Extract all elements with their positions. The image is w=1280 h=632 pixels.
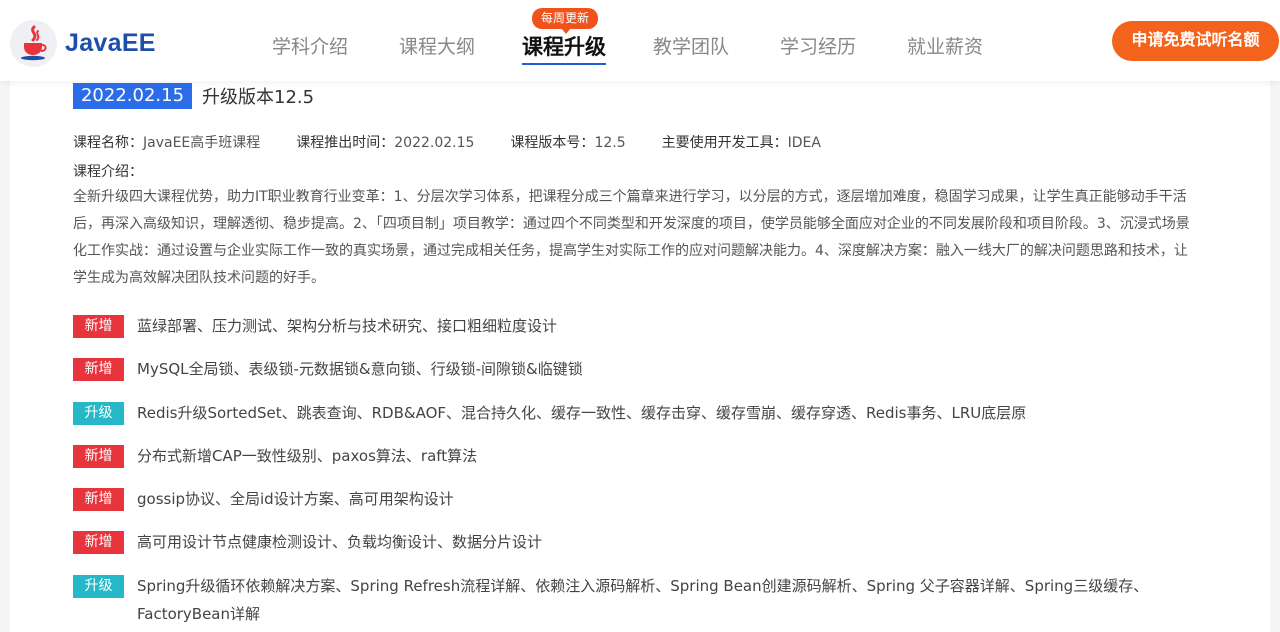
nav-item-employment-salary[interactable]: 就业薪资: [907, 32, 983, 59]
new-tag: 新增: [73, 488, 124, 512]
nav-item-teaching-team[interactable]: 教学团队: [653, 32, 729, 59]
change-item: 新增 蓝绿部署、压力测试、架构分析与技术研究、接口粗细粒度设计: [73, 312, 1203, 355]
change-text: gossip协议、全局id设计方案、高可用架构设计: [137, 490, 454, 509]
change-item: 新增 MySQL全局锁、表级锁-元数据锁&意向锁、行级锁-间隙锁&临键锁: [73, 355, 1203, 398]
version-title: 升级版本12.5: [202, 87, 315, 108]
weekly-update-badge: 每周更新: [532, 8, 598, 34]
new-tag: 新增: [73, 358, 124, 382]
change-item: 升级 Redis升级SortedSet、跳表查询、RDB&AOF、混合持久化、缓…: [73, 399, 1203, 442]
site-logo[interactable]: JavaEE: [10, 19, 156, 67]
apply-free-trial-button[interactable]: 申请免费试听名额: [1112, 21, 1279, 61]
nav-item-subject-intro[interactable]: 学科介绍: [272, 32, 348, 59]
meta-release-time: 课程推出时间：2022.02.15: [296, 135, 475, 151]
java-coffee-cup-icon: [10, 19, 57, 67]
course-intro-label: 课程介绍：: [73, 164, 143, 180]
upgrade-tag: 升级: [73, 401, 124, 425]
change-text: MySQL全局锁、表级锁-元数据锁&意向锁、行级锁-间隙锁&临键锁: [137, 360, 583, 379]
change-list: 新增 蓝绿部署、压力测试、架构分析与技术研究、接口粗细粒度设计 新增 MySQL…: [73, 312, 1203, 632]
nav-item-learning-experience[interactable]: 学习经历: [780, 32, 856, 59]
active-nav-underline: [522, 63, 606, 65]
change-text: 分布式新增CAP一致性级别、paxos算法、raft算法: [137, 446, 478, 465]
change-text: 蓝绿部署、压力测试、架构分析与技术研究、接口粗细粒度设计: [137, 317, 558, 335]
change-text: 高可用设计节点健康检测设计、负载均衡设计、数据分片设计: [137, 533, 543, 552]
top-header: JavaEE 学科介绍 课程大纲 课程升级 教学团队 学习经历 就业薪资 每周更…: [0, 0, 1280, 81]
version-header: 2022.02.15 升级版本12.5: [73, 83, 314, 109]
course-intro-text: 全新升级四大课程优势，助力IT职业教育行业变革：1、分层次学习体系，把课程分成三…: [73, 189, 1190, 286]
new-tag: 新增: [73, 315, 124, 338]
change-text: Redis升级SortedSet、跳表查询、RDB&AOF、混合持久化、缓存一致…: [137, 403, 1027, 422]
meta-dev-tool: 主要使用开发工具：IDEA: [661, 135, 821, 151]
meta-course-name: 课程名称：JavaEE高手班课程: [73, 135, 261, 151]
new-tag: 新增: [73, 531, 124, 555]
change-text: Spring升级循环依赖解决方案、Spring Refresh流程详解、依赖注入…: [137, 576, 1149, 623]
meta-version-number: 课程版本号：12.5: [510, 135, 626, 151]
nav-item-syllabus[interactable]: 课程大纲: [399, 32, 475, 59]
change-item: 新增 高可用设计节点健康检测设计、负载均衡设计、数据分片设计: [73, 528, 1203, 571]
version-date-badge: 2022.02.15: [73, 83, 192, 109]
nav-item-course-upgrade[interactable]: 课程升级: [522, 31, 606, 65]
change-item: 升级 Spring升级循环依赖解决方案、Spring Refresh流程详解、依…: [73, 572, 1203, 632]
course-meta: 课程名称：JavaEE高手班课程 课程推出时间：2022.02.15 课程版本号…: [73, 132, 857, 152]
logo-text: JavaEE: [65, 28, 156, 57]
change-item: 新增 分布式新增CAP一致性级别、paxos算法、raft算法: [73, 442, 1203, 485]
change-item: 新增 gossip协议、全局id设计方案、高可用架构设计: [73, 485, 1203, 528]
nav-item-course-upgrade-label: 课程升级: [522, 35, 606, 59]
course-upgrade-card: 2022.02.15 升级版本12.5 课程名称：JavaEE高手班课程 课程推…: [10, 81, 1270, 632]
upgrade-tag: 升级: [73, 574, 124, 598]
new-tag: 新增: [73, 444, 124, 468]
